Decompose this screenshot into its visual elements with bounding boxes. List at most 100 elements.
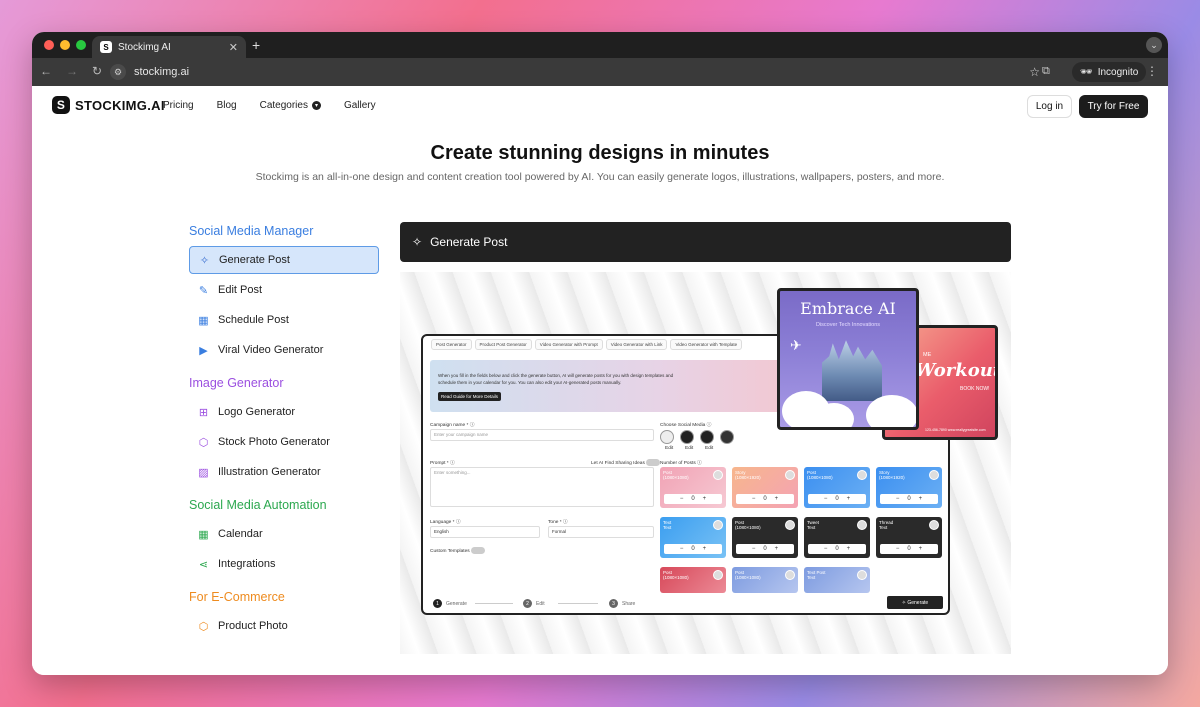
mock-banner: When you fill in the fields below and cl… [430,360,810,412]
site-logo[interactable]: S STOCKIMG.AI [52,96,165,114]
sidebar-item-generate-post[interactable]: ✧ Generate Post [189,246,379,274]
tile-count: 0 [691,546,695,552]
sidebar-item-label: Product Photo [218,620,288,632]
grid-icon: ⊞ [198,406,209,419]
extensions-icon[interactable]: ⧉ [1042,65,1050,78]
logo-mark-icon: S [52,96,70,114]
nav-categories[interactable]: Categories ▾ [260,100,321,111]
tab-search-icon[interactable]: ⌄ [1146,37,1162,53]
sparkle-icon: ✧ [199,254,210,267]
browser-tab[interactable]: S Stockimg AI ✕ [92,36,246,58]
close-window-button[interactable] [44,40,54,50]
mock-tile: Story (1080×1920) −0 + [876,467,942,508]
forward-icon[interactable]: → [66,64,78,78]
sidebar-item-label: Schedule Post [218,314,289,326]
new-tab-button[interactable]: + [252,37,260,53]
nav-pricing[interactable]: Pricing [163,100,194,111]
calendar-icon: ▦ [198,528,209,541]
url-field[interactable]: ⚙ stockimg.ai ☆ [110,62,1040,82]
favicon-icon: S [100,41,112,53]
sidebar-item-label: Viral Video Generator [218,344,324,356]
mock-guide-button: Read Guide for More Details [438,392,502,401]
mock-custom-templates: Custom Templates [430,547,485,554]
tile-platform-icon [785,570,795,580]
maximize-window-button[interactable] [76,40,86,50]
city-skyline-image [822,340,882,401]
mock-tone-select: Formal [548,526,654,538]
window-controls [44,40,86,50]
social-icon [660,430,674,444]
mock-generate-button: ✧ Generate [887,596,943,609]
sidebar-item-label: Calendar [218,528,263,540]
section-ecommerce: For E-Commerce [189,590,285,604]
try-free-button[interactable]: Try for Free [1079,95,1148,118]
mock-banner-text: When you fill in the fields below and cl… [438,373,674,385]
demo-header-title: Generate Post [430,235,508,249]
cloud-shape [814,403,854,427]
sidebar-item-label: Stock Photo Generator [218,436,330,448]
sidebar-item-stock-photo[interactable]: ⬡ Stock Photo Generator [189,428,379,456]
mock-campaign-input: Enter your campaign name [430,429,654,441]
embrace-ai-poster: Embrace AI Discover Tech Innovations ✈ [777,288,919,430]
sidebar-item-schedule-post[interactable]: ▦ Schedule Post [189,306,379,334]
sidebar-item-edit-post[interactable]: ✎ Edit Post [189,276,379,304]
bookmark-star-icon[interactable]: ☆ [1029,65,1040,79]
logo-text: STOCKIMG.AI [75,97,165,113]
cloud-shape [866,395,916,427]
site-header: S STOCKIMG.AI Pricing Blog Categories ▾ … [32,86,1168,126]
site-settings-icon[interactable]: ⚙ [110,64,126,80]
mock-tile: Post (1080×1080) −0 + [732,517,798,558]
nav-gallery[interactable]: Gallery [344,100,376,111]
login-button[interactable]: Log in [1027,95,1072,118]
close-tab-icon[interactable]: ✕ [229,41,238,54]
sidebar-item-viral-video[interactable]: ▶ Viral Video Generator [189,336,379,364]
step-label: Share [622,600,636,607]
sidebar-item-logo-generator[interactable]: ⊞ Logo Generator [189,398,379,426]
sidebar-item-label: Integrations [218,558,276,570]
mock-step: 1 Generate [433,599,467,608]
step-number: 1 [433,599,442,608]
toggle-icon [646,459,661,466]
sidebar-item-illustration[interactable]: ▨ Illustration Generator [189,458,379,486]
mock-tabs: Post Generator Product Post Generator Vi… [431,339,743,350]
sidebar-item-label: Edit Post [218,284,263,296]
tile-stepper: −0 + [880,494,938,504]
mock-tile: Post (1080×1080) [660,567,726,593]
mock-social-icons [660,430,734,444]
demo-preview: Post Generator Product Post Generator Vi… [400,272,1011,654]
tile-platform-icon [857,520,867,530]
video-icon: ▶ [199,344,208,357]
mock-tile: Tweet Text −0 + [804,517,870,558]
browser-menu-icon[interactable]: ⋮ [1146,64,1158,78]
sidebar-item-integrations[interactable]: ⋖ Integrations [189,550,379,578]
back-icon[interactable]: ← [40,64,52,78]
step-label: Edit [536,600,545,607]
mock-social-edit: Edit [685,446,694,451]
chevron-down-icon: ▾ [311,101,321,110]
tile-stepper: −0 + [808,494,866,504]
mock-tab: Product Post Generator [474,339,532,350]
minimize-window-button[interactable] [60,40,70,50]
mock-social-edit: Edit [665,446,674,451]
mock-find-ideas-label: Let AI Find Sharing Ideas [591,460,645,466]
nav-blog[interactable]: Blog [217,100,237,111]
mock-step: 2 Edit [523,599,545,608]
web-page: S STOCKIMG.AI Pricing Blog Categories ▾ … [32,86,1168,675]
tile-platform-icon [713,570,723,580]
step-number: 2 [523,599,532,608]
reload-icon[interactable]: ↻ [92,64,102,78]
incognito-badge[interactable]: 🕶 Incognito [1072,62,1147,82]
tile-stepper: −0 + [808,544,866,554]
demo-header: ✧ Generate Post [400,222,1011,262]
mock-tab: Video Generator with Template [670,339,743,350]
section-social-media-automation: Social Media Automation [189,498,327,512]
step-divider [558,603,598,604]
tile-count: 0 [763,496,767,502]
mock-custom-templates-label: Custom Templates [430,548,470,554]
sidebar-item-product-photo[interactable]: ⬡ Product Photo [189,612,379,640]
tile-count: 0 [907,496,911,502]
step-divider [475,603,513,604]
sidebar-item-calendar[interactable]: ▦ Calendar [189,520,379,548]
step-label: Generate [446,600,467,607]
share-icon: ⋖ [198,558,209,571]
